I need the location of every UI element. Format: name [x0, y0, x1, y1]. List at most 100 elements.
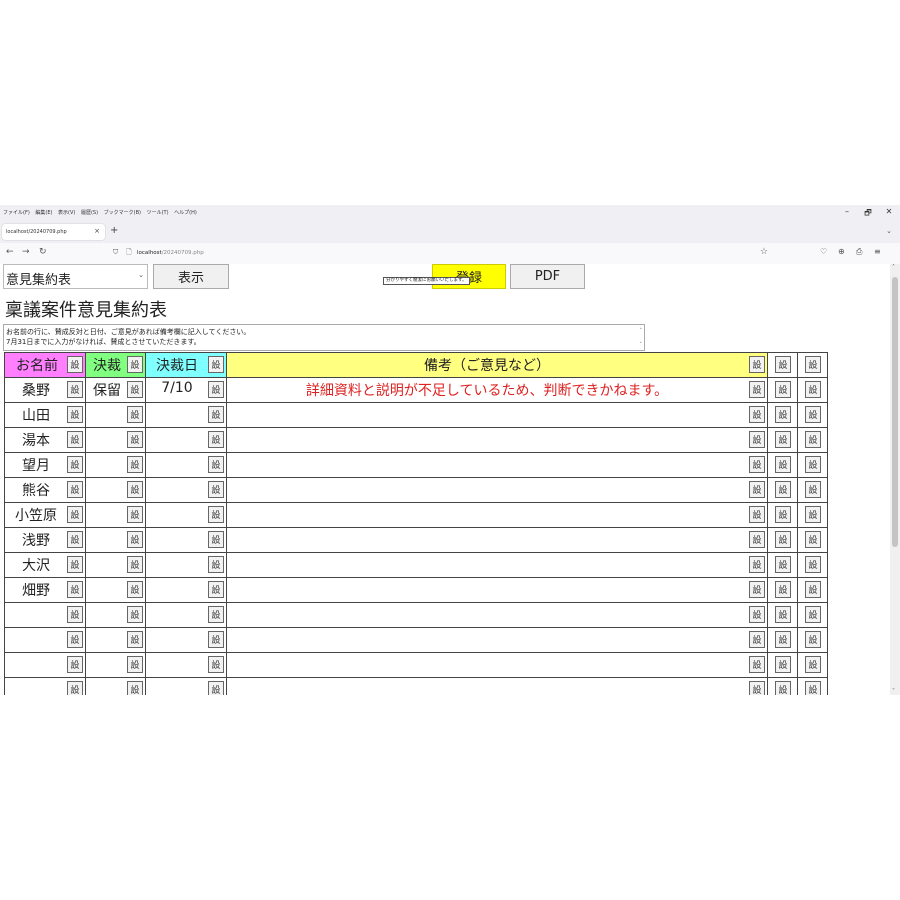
pdf-button[interactable]: PDF — [510, 264, 585, 289]
setting-button[interactable]: 設 — [127, 431, 143, 448]
tab-close-icon[interactable]: × — [94, 227, 100, 235]
setting-button[interactable]: 設 — [208, 381, 224, 398]
instructions-textarea[interactable]: お名前の行に、賛成反対と日付、ご意見があれば備考欄に記入してください。 7月31… — [3, 324, 645, 351]
pocket-icon[interactable]: ♡ — [820, 247, 827, 256]
setting-button[interactable]: 設 — [127, 356, 143, 373]
setting-button[interactable]: 設 — [67, 606, 83, 623]
menu-help[interactable]: ヘルプ(H) — [174, 210, 197, 216]
name-cell[interactable]: 山田 設 — [4, 402, 86, 428]
setting-button[interactable]: 設 — [805, 431, 821, 448]
setting-button[interactable]: 設 — [805, 531, 821, 548]
name-cell[interactable]: 大沢 設 — [4, 552, 86, 578]
setting-button[interactable]: 設 — [775, 456, 791, 473]
sheet-select[interactable]: 意見集約表 ⌄ — [3, 264, 148, 289]
setting-button[interactable]: 設 — [208, 481, 224, 498]
date-cell[interactable]: 設 — [145, 552, 227, 578]
setting-button[interactable]: 設 — [67, 481, 83, 498]
remarks-cell[interactable]: 設 — [226, 527, 768, 553]
setting-button[interactable]: 設 — [775, 381, 791, 398]
name-cell[interactable]: 設 — [4, 627, 86, 653]
date-cell[interactable]: 設 — [145, 577, 227, 603]
menu-view[interactable]: 表示(V) — [58, 210, 75, 216]
scroll-up-icon[interactable]: ˄ — [640, 326, 643, 336]
decision-cell[interactable]: 設 — [85, 477, 146, 503]
remarks-cell[interactable]: 設 — [226, 452, 768, 478]
setting-button[interactable]: 設 — [127, 631, 143, 648]
setting-button[interactable]: 設 — [805, 631, 821, 648]
setting-button[interactable]: 設 — [749, 506, 765, 523]
name-cell[interactable]: 望月 設 — [4, 452, 86, 478]
browser-tab[interactable]: localhost/20240709.php × — [2, 224, 105, 240]
decision-cell[interactable]: 設 — [85, 427, 146, 453]
date-cell[interactable]: 設 — [145, 402, 227, 428]
remarks-cell[interactable]: 設 — [226, 402, 768, 428]
setting-button[interactable]: 設 — [67, 456, 83, 473]
setting-button[interactable]: 設 — [749, 681, 765, 695]
setting-button[interactable]: 設 — [749, 656, 765, 673]
remarks-cell[interactable]: 設 — [226, 427, 768, 453]
setting-button[interactable]: 設 — [775, 431, 791, 448]
setting-button[interactable]: 設 — [775, 531, 791, 548]
setting-button[interactable]: 設 — [749, 581, 765, 598]
setting-button[interactable]: 設 — [208, 531, 224, 548]
setting-button[interactable]: 設 — [805, 381, 821, 398]
setting-button[interactable]: 設 — [208, 581, 224, 598]
setting-button[interactable]: 設 — [749, 606, 765, 623]
scroll-down-arrow-icon[interactable]: ˅ — [892, 688, 895, 695]
setting-button[interactable]: 設 — [208, 406, 224, 423]
decision-cell[interactable]: 設 — [85, 402, 146, 428]
setting-button[interactable]: 設 — [127, 506, 143, 523]
forward-icon[interactable]: → — [22, 247, 30, 257]
setting-button[interactable]: 設 — [127, 481, 143, 498]
setting-button[interactable]: 設 — [775, 606, 791, 623]
decision-cell[interactable]: 設 — [85, 652, 146, 678]
tab-list-icon[interactable]: ⌄ — [886, 227, 892, 235]
setting-button[interactable]: 設 — [775, 656, 791, 673]
setting-button[interactable]: 設 — [749, 456, 765, 473]
setting-button[interactable]: 設 — [805, 581, 821, 598]
name-cell[interactable]: 設 — [4, 677, 86, 695]
decision-cell[interactable]: 設 — [85, 577, 146, 603]
setting-button[interactable]: 設 — [749, 556, 765, 573]
setting-button[interactable]: 設 — [805, 556, 821, 573]
setting-button[interactable]: 設 — [67, 531, 83, 548]
minimize-icon[interactable]: – — [841, 207, 853, 216]
date-cell[interactable]: 設 — [145, 652, 227, 678]
setting-button[interactable]: 設 — [67, 431, 83, 448]
date-cell[interactable]: 設 — [145, 677, 227, 695]
date-cell[interactable]: 設 — [145, 452, 227, 478]
menu-edit[interactable]: 編集(E) — [35, 210, 52, 216]
setting-button[interactable]: 設 — [127, 581, 143, 598]
setting-button[interactable]: 設 — [127, 681, 143, 695]
setting-button[interactable]: 設 — [208, 456, 224, 473]
setting-button[interactable]: 設 — [775, 481, 791, 498]
name-cell[interactable]: 浅野 設 — [4, 527, 86, 553]
extensions-icon[interactable]: ⎙ — [856, 247, 862, 257]
setting-button[interactable]: 設 — [127, 456, 143, 473]
setting-button[interactable]: 設 — [749, 431, 765, 448]
setting-button[interactable]: 設 — [67, 581, 83, 598]
setting-button[interactable]: 設 — [67, 356, 83, 373]
remarks-cell[interactable]: 詳細資料と説明が不足しているため、判断できかねます。 設 — [226, 377, 768, 403]
setting-button[interactable]: 設 — [775, 506, 791, 523]
date-cell[interactable]: 設 — [145, 502, 227, 528]
restore-icon[interactable]: 🗗 — [862, 207, 874, 221]
remarks-cell[interactable]: 設 — [226, 652, 768, 678]
scroll-down-icon[interactable]: ˅ — [640, 340, 643, 350]
setting-button[interactable]: 設 — [208, 681, 224, 695]
setting-button[interactable]: 設 — [775, 581, 791, 598]
url-bar[interactable]: ⛉ 🗋 localhost/20240709.php ☆ — [108, 246, 778, 261]
decision-cell[interactable]: 設 — [85, 627, 146, 653]
scroll-up-arrow-icon[interactable]: ˄ — [892, 264, 895, 271]
remarks-cell[interactable]: 設 — [226, 552, 768, 578]
setting-button[interactable]: 設 — [67, 631, 83, 648]
name-cell[interactable]: 小笠原設 — [4, 502, 86, 528]
new-tab-icon[interactable]: + — [110, 225, 118, 236]
date-cell[interactable]: 設 — [145, 602, 227, 628]
date-cell[interactable]: 設 — [145, 527, 227, 553]
scrollbar-thumb[interactable] — [892, 277, 898, 547]
name-cell[interactable]: 畑野 設 — [4, 577, 86, 603]
date-cell[interactable]: 7/10 設 — [145, 377, 227, 403]
remarks-cell[interactable]: 設 — [226, 602, 768, 628]
decision-cell[interactable]: 設 — [85, 502, 146, 528]
